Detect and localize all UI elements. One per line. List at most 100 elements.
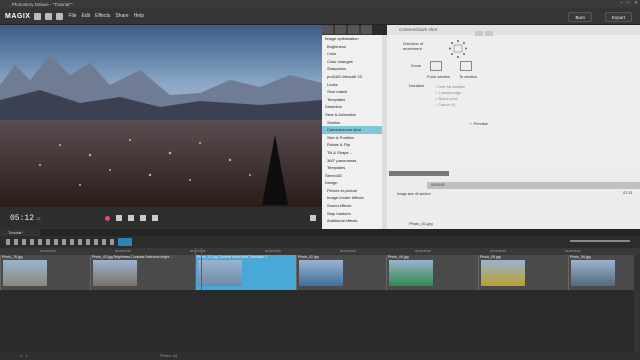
ruler-tick-label: 00:00:00:00 <box>40 249 56 253</box>
timeline-clip[interactable]: Photo_01.jpg Camera zoom shot Transition… <box>195 255 296 290</box>
effect-item[interactable]: Templates <box>322 164 382 172</box>
clip-thumbnail <box>93 260 137 286</box>
ruler-tick-label: 00:00:30:00 <box>490 249 506 253</box>
tab-media-pool-icon[interactable] <box>322 25 333 34</box>
tab-text-icon[interactable] <box>335 25 346 34</box>
ruler-tick-label: 00:00:35:00 <box>565 249 581 253</box>
tab-transitions-icon[interactable] <box>348 25 359 34</box>
play-icon[interactable] <box>140 215 147 221</box>
effect-item[interactable]: Design <box>322 179 382 187</box>
effect-item[interactable]: Section <box>322 119 382 127</box>
effect-item[interactable]: Image optimization <box>322 35 382 43</box>
menu-bar: MAGIX File Edit Effects Share Help Burn … <box>0 8 640 25</box>
clip-thumbnail <box>389 260 433 286</box>
clip-thumbnail <box>299 260 343 286</box>
maximize-icon[interactable]: □ <box>627 0 630 6</box>
effect-item[interactable]: Additional effects <box>322 217 382 225</box>
effect-item[interactable]: 360° panoramas <box>322 157 382 165</box>
ruler-tick-label: 00:00:05:00 <box>115 249 131 253</box>
timeline-clip[interactable]: Photo_03.jpg Brightness Contrast Selecti… <box>90 255 195 290</box>
effect-properties: Camera/zoom shot Direction of movement Z… <box>387 25 640 165</box>
timeline-clip[interactable]: Photo_76.jpg <box>0 255 90 290</box>
effect-item[interactable]: Shot match <box>322 88 382 96</box>
to-section-label: To section <box>459 74 478 79</box>
clip-label: Photo_76.jpg <box>2 255 23 259</box>
effect-item[interactable]: Size & Position <box>322 134 382 142</box>
effect-item[interactable]: Rotate & Flip <box>322 141 382 149</box>
effect-item[interactable]: Looks <box>322 81 382 89</box>
folder-icon[interactable] <box>34 12 42 20</box>
menu-share[interactable]: Share <box>115 13 128 19</box>
effect-item[interactable]: proDAD Mercalli V2 <box>322 73 382 81</box>
keyframe-track[interactable] <box>427 182 640 189</box>
fullscreen-icon[interactable] <box>310 215 316 221</box>
timeline-ruler: 00:00:00:00 00:00:05:00 00:00:10:00 00:00:1… <box>0 248 640 255</box>
window-title: Photostory Deluxe - "Tutorial*" <box>12 1 73 7</box>
timeline-clip[interactable]: Photo_05.jpg <box>478 255 568 290</box>
from-section-box[interactable] <box>430 61 442 71</box>
menu-help[interactable]: Help <box>134 13 144 19</box>
effect-item[interactable]: Sharpness <box>322 65 382 73</box>
effect-item[interactable]: View & Animation <box>322 111 382 119</box>
menu-file[interactable]: File <box>68 13 76 19</box>
timeline-clip[interactable]: Photo_02.jpg <box>296 255 386 290</box>
timeline-clip[interactable]: Photo_04.jpg <box>386 255 478 290</box>
effect-item[interactable]: Camera/zoom shot <box>322 126 382 134</box>
clip-label: Photo_05.jpg <box>480 255 501 259</box>
keyframe-toolbar[interactable] <box>389 171 449 176</box>
status-bar: 1 : 1 Photo: 44 <box>0 352 640 360</box>
effect-item[interactable]: Stop markers <box>322 210 382 218</box>
close-icon[interactable]: ✕ <box>634 0 638 6</box>
to-section-box[interactable] <box>460 61 472 71</box>
preview-checkbox-label: Preview <box>473 121 488 126</box>
effect-item[interactable]: Sound effects <box>322 202 382 210</box>
timeline-toolbar <box>0 236 640 248</box>
edit-tools-icons[interactable] <box>6 239 116 245</box>
preview-checkbox[interactable]: ✓ Preview <box>469 121 488 126</box>
effect-item[interactable]: Distortion <box>322 103 382 111</box>
clip-label: Photo_01.jpg Camera zoom shot Transition… <box>197 255 268 259</box>
menu-edit[interactable]: Edit <box>82 13 91 19</box>
burn-button[interactable]: Burn <box>568 12 592 22</box>
save-icon[interactable] <box>45 12 53 20</box>
direction-selector-icon[interactable] <box>447 39 469 59</box>
skip-forward-icon[interactable] <box>152 215 159 221</box>
effect-item[interactable]: Picture-in-picture <box>322 187 382 195</box>
effect-item[interactable]: Stereo3D <box>322 172 382 180</box>
effect-item[interactable]: Brightness <box>322 43 382 51</box>
keyframe-end-time: 07:13 <box>623 191 632 195</box>
stop-icon[interactable] <box>128 215 135 221</box>
props-header: Camera/zoom shot <box>387 25 640 35</box>
clip-label: Photo_04.jpg <box>388 255 409 259</box>
keyframe-dropdown[interactable]: Image size 4k section <box>397 192 431 196</box>
mouse-mode-icon[interactable] <box>118 238 132 246</box>
title-bar: Photostory Deluxe - "Tutorial*" – □ ✕ <box>0 0 640 8</box>
duration-option[interactable]: ○ Custom (0) <box>435 103 465 109</box>
menu-effects[interactable]: Effects <box>95 13 110 19</box>
export-button[interactable]: Export <box>604 12 632 22</box>
effect-item[interactable]: Tilt & Shape... <box>322 149 382 157</box>
props-dropdown[interactable] <box>475 31 483 36</box>
timeline-clip[interactable]: Photo_06.jpg <box>568 255 634 290</box>
effect-item[interactable]: Image border effects <box>322 194 382 202</box>
clip-label: Photo_03.jpg Brightness Contrast Selecti… <box>92 255 173 259</box>
import-icon[interactable] <box>56 12 64 20</box>
zoom-slider[interactable] <box>570 240 630 242</box>
timeline-scrollbar[interactable] <box>634 255 640 352</box>
skip-back-icon[interactable] <box>116 215 123 221</box>
tab-tutorial[interactable]: Tutorial* <box>0 229 40 236</box>
ruler-tick-label: 00:00:25:00 <box>415 249 431 253</box>
ruler-tick-label: 00:00:20:00 <box>340 249 356 253</box>
minimize-icon[interactable]: – <box>620 0 623 6</box>
record-icon[interactable] <box>105 215 111 221</box>
tab-effects-icon[interactable] <box>361 25 372 34</box>
preview-controls: 05:12 13 <box>0 207 322 229</box>
effect-item[interactable]: Color changes <box>322 58 382 66</box>
preview-monitor[interactable] <box>0 25 322 207</box>
effect-item[interactable]: Color <box>322 50 382 58</box>
logo: MAGIX <box>5 12 31 20</box>
zoom-label: Zoom <box>411 63 422 68</box>
props-close-icon[interactable] <box>485 31 493 36</box>
effect-item[interactable]: Templates <box>322 96 382 104</box>
effects-tabs <box>322 25 372 35</box>
